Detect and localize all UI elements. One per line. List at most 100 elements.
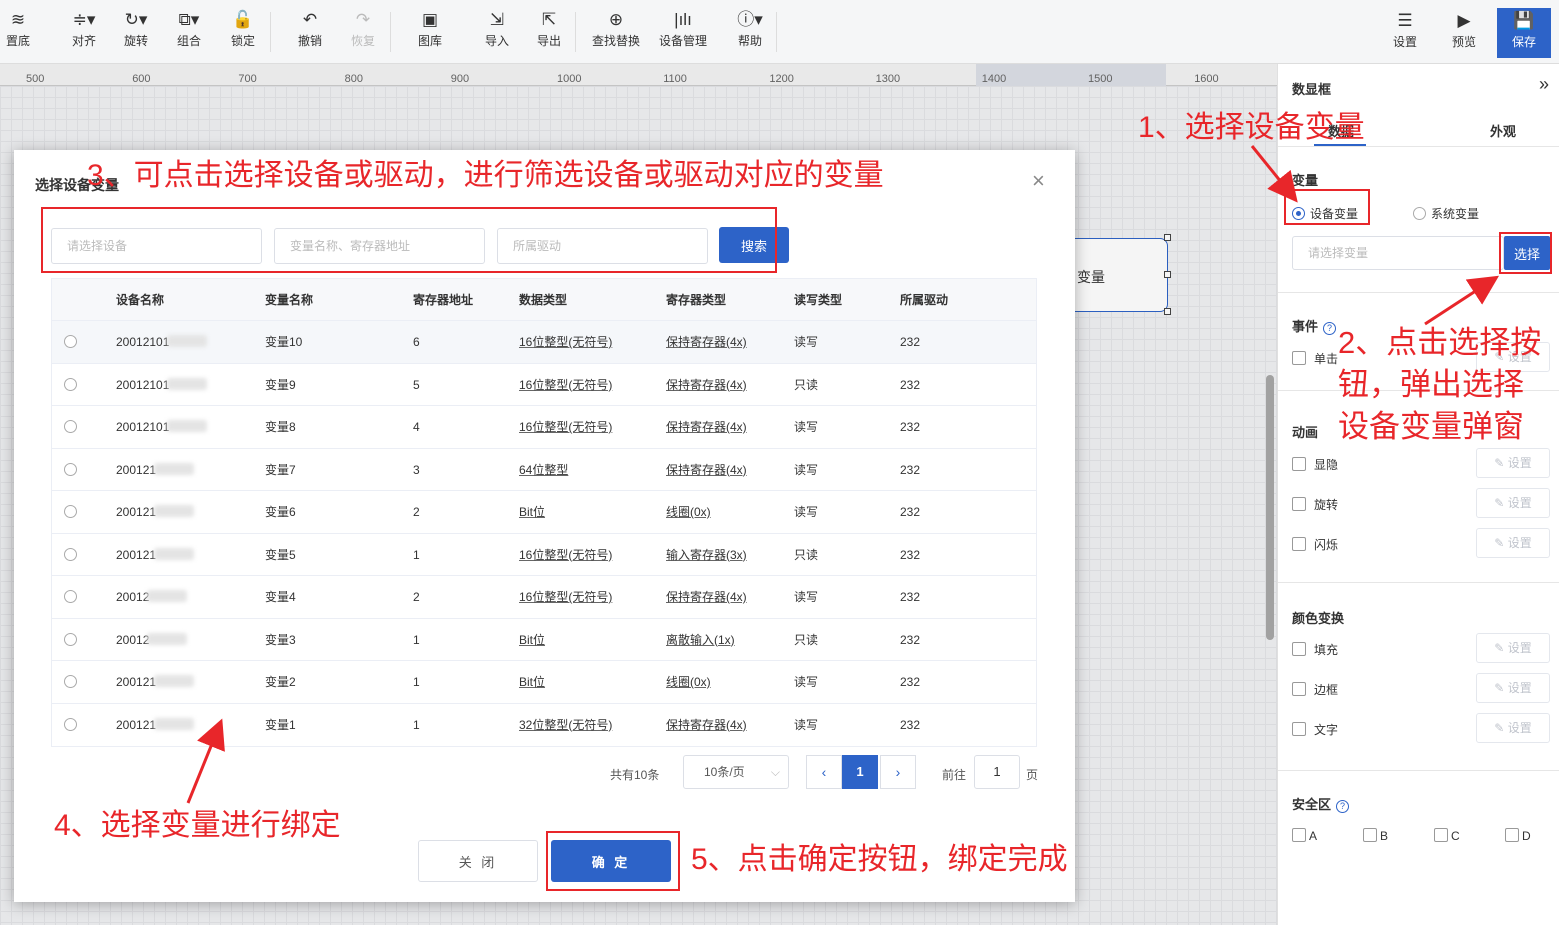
- toolbar-separator: [270, 12, 271, 52]
- table-cell-addr: 1: [413, 717, 420, 732]
- tab-appearance[interactable]: 外观: [1490, 121, 1516, 140]
- checkbox-icon: [1434, 828, 1448, 842]
- set-button[interactable]: ✎ 设置: [1476, 673, 1550, 703]
- current-page[interactable]: 1: [842, 755, 878, 789]
- toolbar-button-find-replace[interactable]: ⊕ 查找替换: [589, 10, 643, 49]
- toolbar-button-undo[interactable]: ↶ 撤销: [283, 10, 337, 49]
- row-radio[interactable]: [64, 505, 77, 518]
- table-row[interactable]: 20012 变量3 1 Bit位 离散输入(1x) 只读 232: [52, 619, 1036, 661]
- table-row[interactable]: 200121 变量6 2 Bit位 线圈(0x) 读写 232: [52, 491, 1036, 534]
- row-radio[interactable]: [64, 377, 77, 391]
- row-radio[interactable]: [64, 547, 77, 561]
- toolbar-button-layers[interactable]: ≋ 置底: [0, 10, 36, 49]
- toolbar-button-help[interactable]: ⓘ▾ 帮助: [723, 10, 777, 49]
- table-cell-rw: 只读: [794, 632, 819, 647]
- set-button[interactable]: ✎ 设置: [1476, 448, 1550, 478]
- safe-zone-checkbox[interactable]: C: [1434, 828, 1460, 843]
- close-button[interactable]: 关 闭: [418, 840, 538, 882]
- toolbar-button-import[interactable]: ⇲ 导入: [470, 10, 524, 49]
- column-header: 读写类型: [794, 293, 843, 307]
- preview-button[interactable]: ▶ 预览: [1437, 8, 1491, 58]
- table-cell-rw: 读写: [794, 420, 819, 434]
- redacted-mask: [147, 590, 188, 602]
- page-size-select[interactable]: 10条/页 ⌵: [683, 755, 789, 789]
- help-icon[interactable]: ?: [1323, 322, 1337, 335]
- radio-system-variable[interactable]: 系统变量: [1413, 205, 1479, 222]
- table-row[interactable]: 200121 变量5 1 16位整型(无符号) 输入寄存器(3x) 只读 232: [52, 534, 1036, 576]
- row-radio[interactable]: [64, 675, 77, 688]
- settings-button[interactable]: ☰ 设置: [1378, 8, 1432, 58]
- align-icon: ≑▾: [72, 10, 96, 29]
- toolbar-button-rotate[interactable]: ↻▾ 旋转: [109, 10, 163, 49]
- divider: [1278, 146, 1559, 147]
- edit-icon: ✎: [1494, 496, 1508, 510]
- table-row[interactable]: 20012 变量4 2 16位整型(无符号) 保持寄存器(4x) 读写 232: [52, 576, 1036, 619]
- next-page-button[interactable]: ›: [880, 755, 916, 789]
- table-row[interactable]: 200121 变量7 3 64位整型 保持寄存器(4x) 读写 232: [52, 449, 1036, 491]
- anim-checkbox[interactable]: 显隐: [1292, 456, 1338, 473]
- table-row[interactable]: 20012101 变量10 6 16位整型(无符号) 保持寄存器(4x) 读写 232: [52, 321, 1036, 364]
- column-header: 寄存器类型: [666, 293, 727, 307]
- collapse-icon[interactable]: »: [1539, 74, 1549, 95]
- anim-checkbox[interactable]: 旋转: [1292, 496, 1338, 513]
- table-row[interactable]: 20012101 变量9 5 16位整型(无符号) 保持寄存器(4x) 只读 232: [52, 364, 1036, 406]
- toolbar-button-export[interactable]: ⇱ 导出: [522, 10, 576, 49]
- table-cell-driver: 232: [900, 547, 921, 562]
- row-radio[interactable]: [64, 717, 77, 731]
- safe-zone-checkbox[interactable]: A: [1292, 828, 1317, 843]
- toolbar-separator: [390, 12, 391, 52]
- edit-icon: ✎: [1494, 721, 1508, 735]
- help-icon[interactable]: ?: [1336, 800, 1350, 813]
- redacted-mask: [167, 335, 208, 347]
- table-cell-dtype: 16位整型(无符号): [519, 547, 613, 562]
- toolbar-button-lock[interactable]: 🔓 锁定: [216, 10, 270, 49]
- table-cell-device: 200121: [116, 491, 195, 533]
- row-radio[interactable]: [64, 335, 77, 348]
- table-cell-name: 变量10: [265, 335, 303, 349]
- color-checkbox[interactable]: 文字: [1292, 721, 1338, 738]
- variable-input[interactable]: 请选择变量: [1292, 236, 1504, 270]
- color-checkbox[interactable]: 边框: [1292, 681, 1338, 698]
- close-icon[interactable]: ×: [1032, 168, 1045, 194]
- table-cell-rw: 读写: [794, 335, 819, 349]
- save-button[interactable]: 💾 保存: [1497, 8, 1551, 58]
- table-cell-dtype: Bit位: [519, 632, 546, 647]
- table-cell-dtype: 64位整型: [519, 462, 569, 477]
- anim-checkbox[interactable]: 闪烁: [1292, 536, 1338, 553]
- table-cell-device: 200121: [116, 661, 195, 703]
- table-cell-driver: 232: [900, 462, 921, 477]
- set-button[interactable]: ✎ 设置: [1476, 528, 1550, 558]
- toolbar-button-align[interactable]: ≑▾ 对齐: [57, 10, 111, 49]
- safe-zone-checkbox[interactable]: D: [1505, 828, 1531, 843]
- safe-zone-checkbox[interactable]: B: [1363, 828, 1388, 843]
- row-radio[interactable]: [64, 590, 77, 603]
- prev-page-button[interactable]: ‹: [806, 755, 842, 789]
- column-header: 所属驱动: [900, 293, 949, 307]
- set-button[interactable]: ✎ 设置: [1476, 633, 1550, 663]
- table-cell-rw: 读写: [794, 505, 819, 519]
- toolbar-button-gallery[interactable]: ▣ 图库: [403, 10, 457, 49]
- table-cell-rw: 只读: [794, 377, 819, 392]
- table-row[interactable]: 200121 变量2 1 Bit位 线圈(0x) 读写 232: [52, 661, 1036, 704]
- set-button[interactable]: ✎ 设置: [1476, 713, 1550, 743]
- redacted-mask: [154, 462, 195, 475]
- row-radio[interactable]: [64, 462, 77, 476]
- row-radio[interactable]: [64, 420, 77, 433]
- redacted-mask: [147, 632, 188, 645]
- table-row[interactable]: 200121 变量1 1 32位整型(无符号) 保持寄存器(4x) 读写 232: [52, 704, 1036, 747]
- set-button[interactable]: ✎ 设置: [1476, 488, 1550, 518]
- goto-page-input[interactable]: 1: [974, 755, 1020, 789]
- toolbar-button-redo[interactable]: ↷ 恢复: [336, 10, 390, 49]
- toolbar-button-device-manage[interactable]: |ılı 设备管理: [656, 10, 710, 49]
- lock-icon: 🔓: [232, 10, 254, 29]
- row-radio[interactable]: [64, 632, 77, 646]
- table-row[interactable]: 20012101 变量8 4 16位整型(无符号) 保持寄存器(4x) 读写 232: [52, 406, 1036, 449]
- table-cell-driver: 232: [900, 632, 921, 647]
- divider: [1278, 770, 1559, 771]
- device-manage-icon: |ılı: [674, 10, 692, 29]
- event-click-checkbox[interactable]: 单击: [1292, 350, 1338, 367]
- table-cell-device: 20012101: [116, 321, 208, 363]
- toolbar-button-group[interactable]: ⧉▾ 组合: [162, 10, 216, 49]
- column-header: 变量名称: [265, 293, 314, 307]
- color-checkbox[interactable]: 填充: [1292, 641, 1338, 658]
